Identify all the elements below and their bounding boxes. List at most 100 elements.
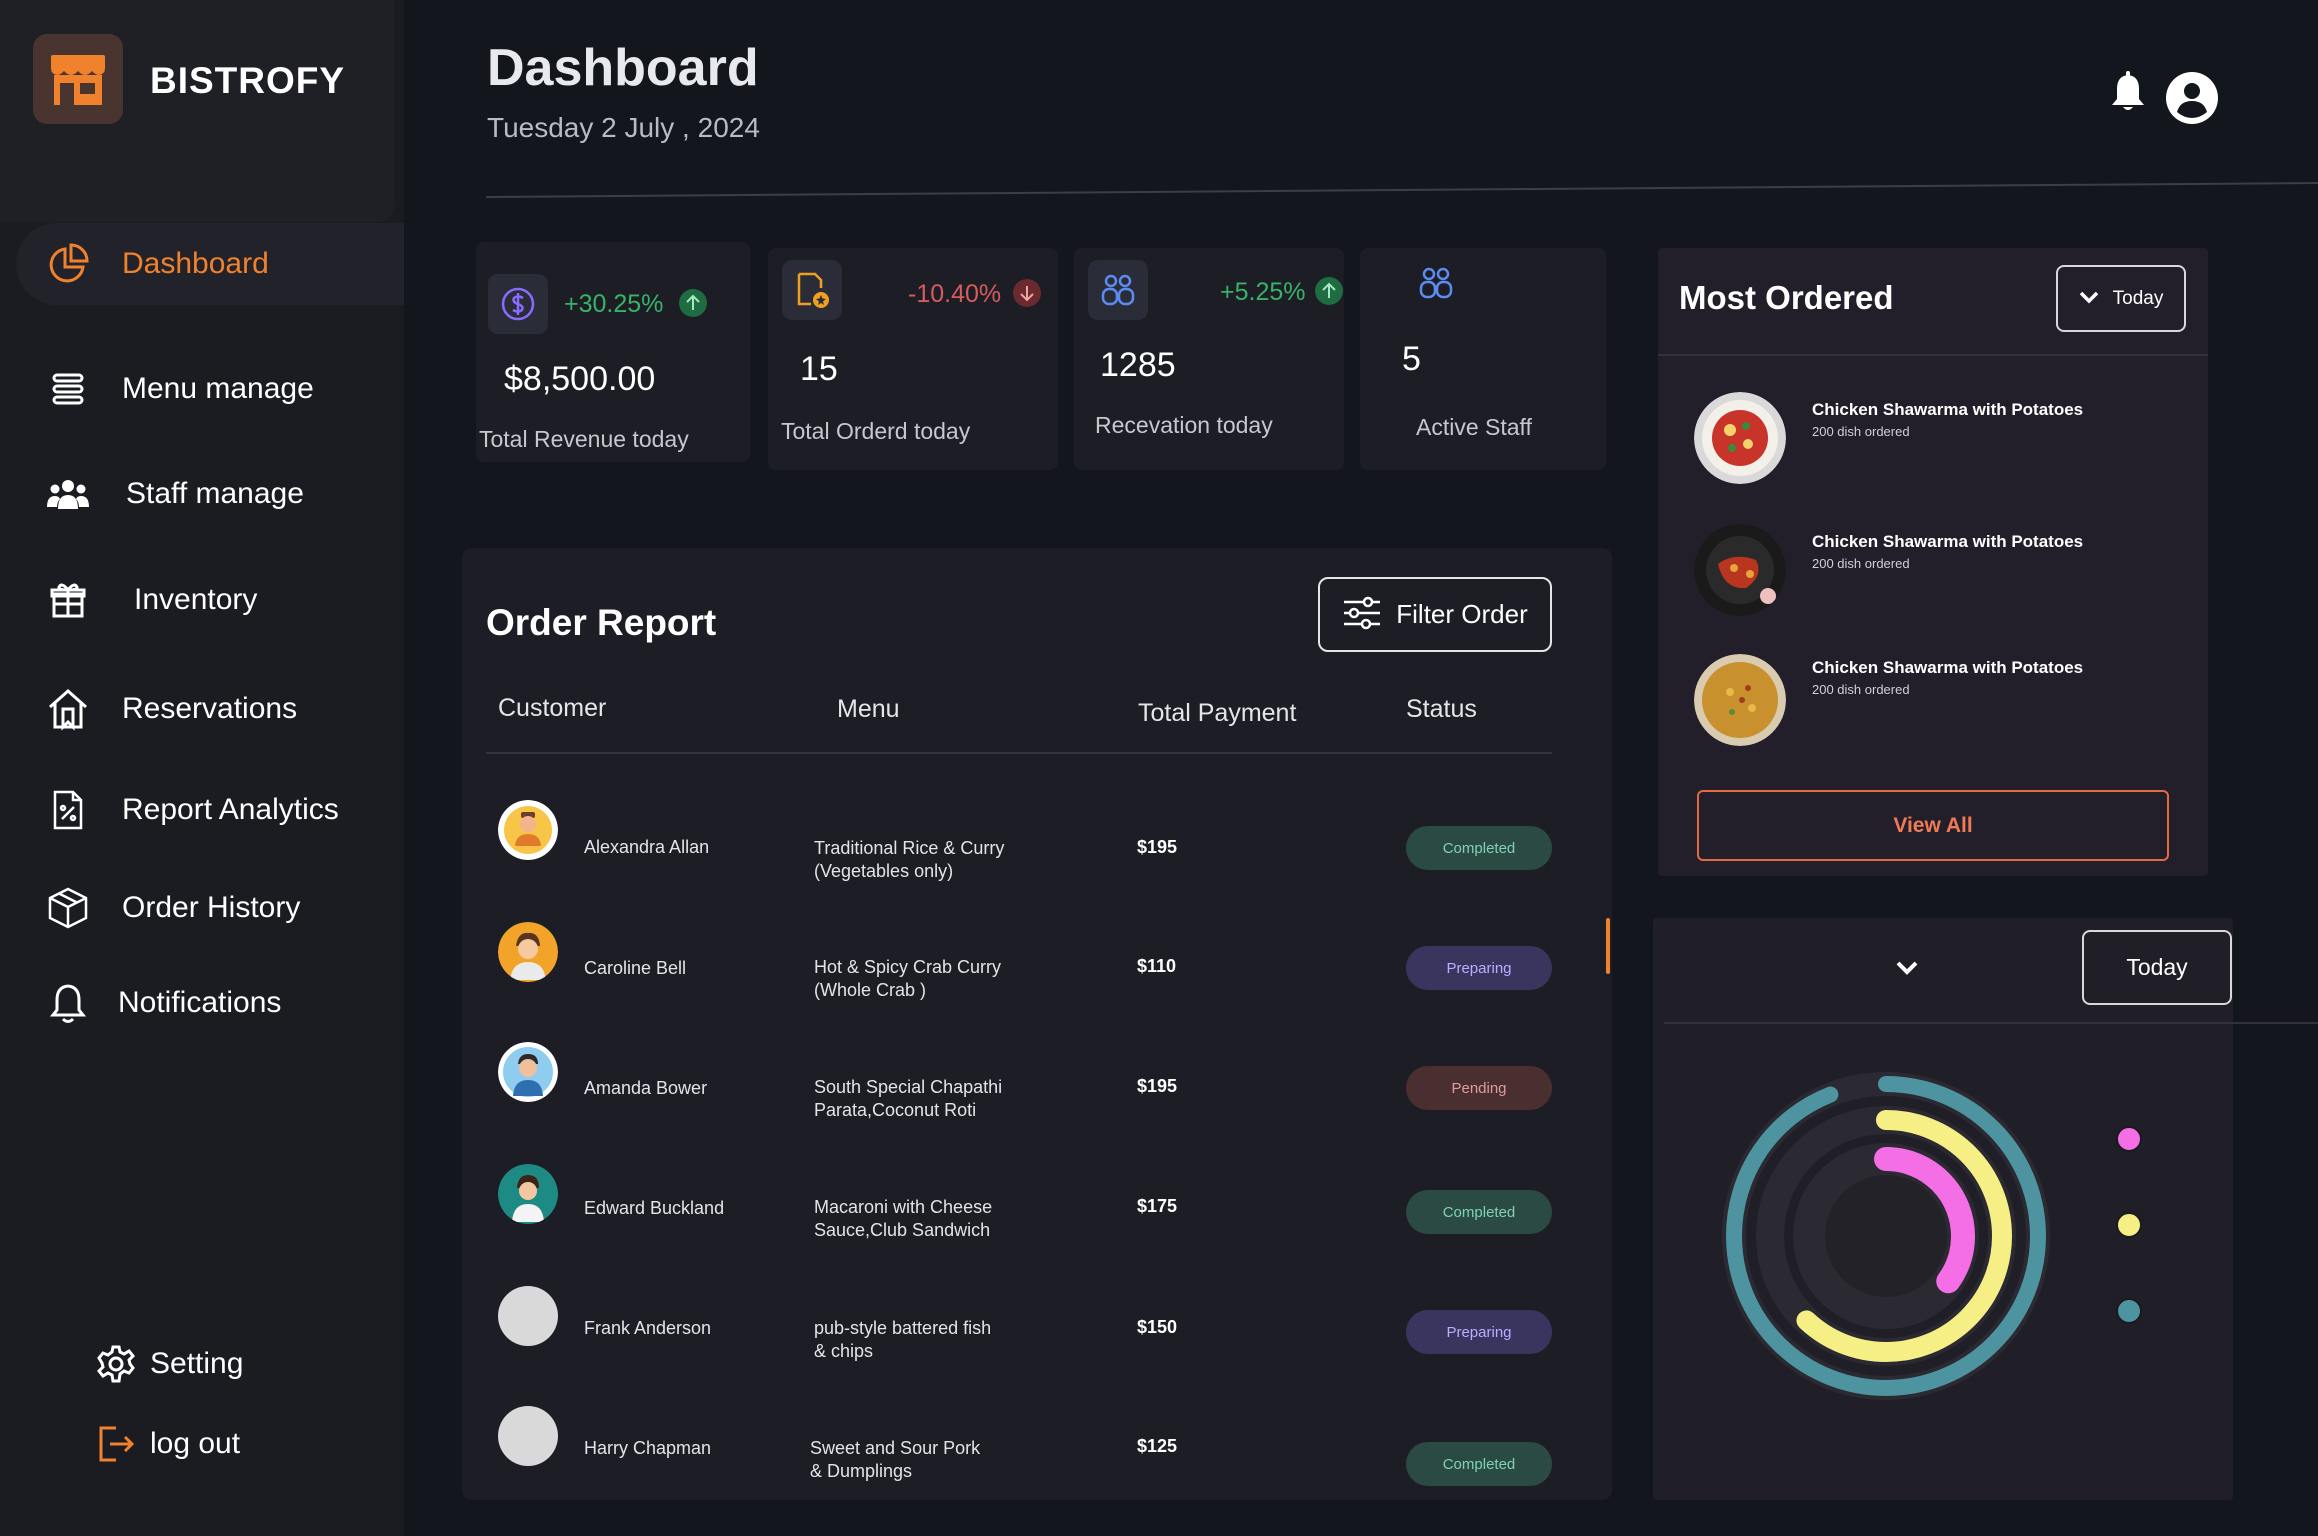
sidebar-item-notifications[interactable]: Notifications [44,979,281,1027]
dish-order-count: 200 dish ordered [1812,682,1910,697]
header-divider [486,182,2318,198]
status-badge: Completed [1406,1442,1552,1486]
customer-name: Amanda Bower [584,1078,708,1098]
most-ordered-divider [1658,354,2208,356]
avatar [498,1042,558,1102]
chart-period-dropdown[interactable]: Today [2082,930,2232,1005]
legend-dot-yellow [2116,1212,2142,1238]
avatar [498,1164,558,1224]
stat-card-orders: -10.40% 15 Total Orderd today [768,248,1058,470]
radial-chart [1722,1072,2050,1400]
customer-name: Edward Buckland [584,1198,725,1218]
sidebar-item-menu-manage[interactable]: Menu manage [44,365,314,413]
sidebar-item-label: Reservations [122,692,298,725]
table-row[interactable]: Caroline Bell Hot & Spicy Crab Curry (Wh… [496,920,1560,1010]
dish-name: Chicken Shawarma with Potatoes [1812,658,2084,677]
list-item[interactable]: Chicken Shawarma with Potatoes 200 dish … [1694,654,2174,750]
dish-name: Chicken Shawarma with Potatoes [1812,532,2084,551]
dish-image [1694,392,1786,484]
menu-line: Traditional Rice & Curry [814,838,1005,858]
menu-line: Hot & Spicy Crab Curry [814,957,1002,977]
sidebar-item-label: Staff manage [126,477,304,510]
status-badge: Preparing [1406,946,1552,990]
sidebar-item-order-history[interactable]: Order History [44,884,300,932]
package-box-icon [44,884,92,932]
list-item[interactable]: Chicken Shawarma with Potatoes 200 dish … [1694,524,2174,620]
sidebar-item-label: Menu manage [122,372,314,405]
dish-image [1694,524,1786,616]
page-title: Dashboard [487,39,759,97]
payment-amount: $175 [1137,1196,1178,1216]
setting-button[interactable]: Setting [92,1340,243,1388]
column-header-total-payment[interactable]: Total Payment [1138,699,1296,728]
menu-line: (Whole Crab ) [814,980,927,1000]
column-header-customer[interactable]: Customer [498,694,606,723]
sidebar-item-label: Order History [122,891,301,924]
stat-card-reservations: +5.25% 1285 Recevation today [1074,248,1344,470]
logout-button[interactable]: log out [92,1420,240,1468]
bell-icon [44,979,92,1027]
store-logo-icon [33,34,123,124]
order-report-title: Order Report [486,602,717,643]
sidebar-item-staff-manage[interactable]: Staff manage [44,470,304,518]
status-badge: Completed [1406,826,1552,870]
sidebar-item-dashboard[interactable]: Dashboard [44,240,269,288]
filter-order-label: Filter Order [1396,599,1528,629]
stat-label: Total Revenue today [479,426,689,452]
avatar [498,922,558,982]
sidebar-item-inventory[interactable]: Inventory [44,576,257,624]
stat-label: Total Orderd today [781,418,971,444]
arrow-up-icon [1314,276,1344,311]
filter-order-button[interactable]: Filter Order [1318,577,1552,652]
stat-value: 5 [1402,340,1421,378]
stat-value: 15 [800,350,838,388]
table-scrollbar[interactable] [1606,918,1610,974]
logout-icon [92,1420,140,1468]
notification-bell-icon[interactable] [2108,70,2148,114]
stat-change: -10.40% [908,280,1002,308]
view-all-button[interactable]: View All [1697,790,2169,861]
brand-name: BISTROFY [150,60,346,101]
payment-amount: $150 [1137,1317,1178,1337]
most-ordered-title: Most Ordered [1679,279,1894,316]
customer-name: Frank Anderson [584,1318,712,1338]
column-header-menu[interactable]: Menu [837,695,900,724]
period-label: Today [2112,287,2164,309]
stat-change: +30.25% [564,290,664,318]
avatar [498,1286,558,1346]
table-row[interactable]: Harry Chapman Sweet and Sour Pork & Dump… [496,1404,1560,1496]
sidebar-item-report-analytics[interactable]: Report Analytics [44,786,339,834]
dish-name: Chicken Shawarma with Potatoes [1812,400,2084,419]
table-row[interactable]: Alexandra Allan Traditional Rice & Curry… [496,800,1560,890]
sidebar-item-reservations[interactable]: Reservations [44,685,297,733]
menu-line: Macaroni with Cheese [814,1197,993,1217]
menu-line: & chips [814,1341,874,1361]
setting-label: Setting [150,1347,244,1380]
menu-line: Sweet and Sour Pork [810,1438,981,1458]
chevron-down-icon [2079,290,2099,307]
stat-value: $8,500.00 [504,360,656,398]
table-row[interactable]: Amanda Bower South Special Chapathi Para… [496,1040,1560,1130]
most-ordered-period-dropdown[interactable]: Today [2056,265,2186,332]
gear-icon [92,1340,140,1388]
sidebar-item-label: Report Analytics [122,793,339,826]
payment-amount: $195 [1137,1076,1178,1096]
chevron-down-icon[interactable] [1894,958,1920,978]
table-row[interactable]: Frank Anderson pub-style battered fish &… [496,1284,1560,1374]
menu-line: Sauce,Club Sandwich [814,1220,991,1240]
stat-change: +5.25% [1220,278,1306,306]
payment-amount: $125 [1137,1436,1178,1456]
column-header-status[interactable]: Status [1406,695,1477,724]
pie-chart-icon [44,240,92,288]
users-icon [1088,260,1148,320]
dish-order-count: 200 dish ordered [1812,556,1910,571]
list-item[interactable]: Chicken Shawarma with Potatoes 200 dish … [1694,392,2174,488]
chart-panel-divider [1664,1022,2318,1024]
legend-dot-pink [2116,1126,2142,1152]
table-row[interactable]: Edward Buckland Macaroni with Cheese Sau… [496,1160,1560,1250]
order-icon [782,260,842,320]
user-avatar-icon[interactable] [2166,72,2218,124]
menu-line: & Dumplings [810,1461,913,1481]
status-badge: Pending [1406,1066,1552,1110]
menu-line: (Vegetables only) [814,861,954,881]
